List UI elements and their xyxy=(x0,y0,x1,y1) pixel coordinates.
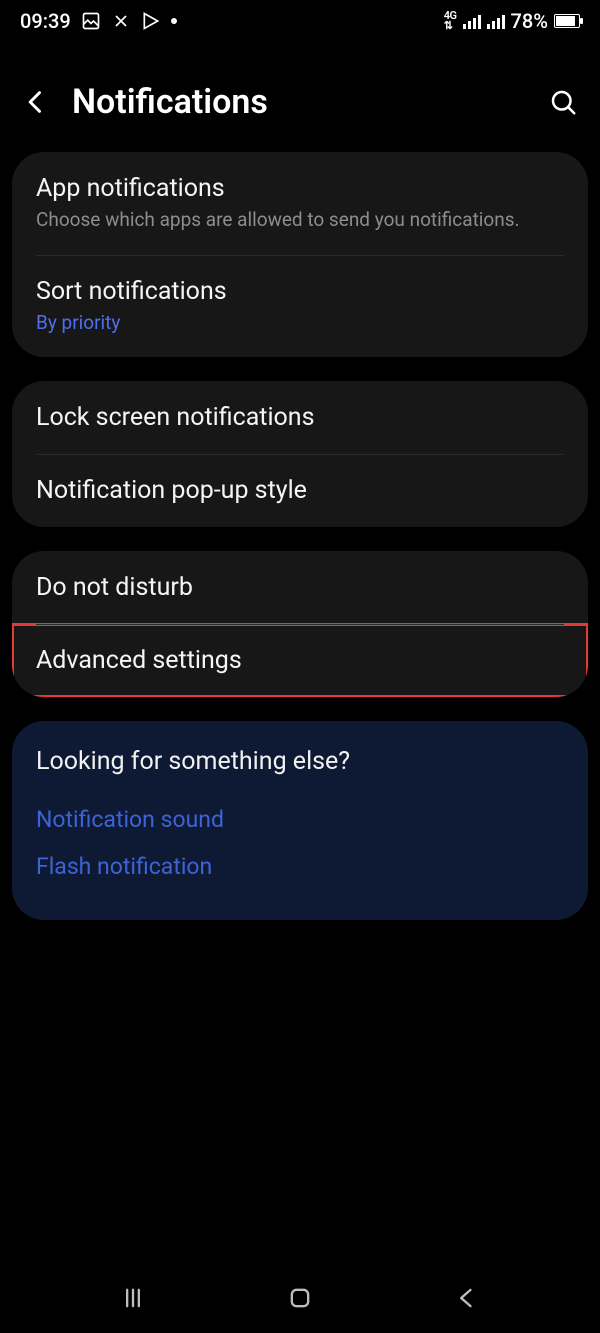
nearby-share-icon xyxy=(111,11,131,31)
do-not-disturb-item[interactable]: Do not disturb xyxy=(12,551,588,624)
advanced-settings-item[interactable]: Advanced settings xyxy=(12,624,588,697)
item-subtitle: By priority xyxy=(36,310,564,336)
more-notifications-dot xyxy=(171,18,177,24)
recents-button[interactable] xyxy=(119,1284,147,1312)
play-store-icon xyxy=(141,11,161,31)
item-title: Notification pop-up style xyxy=(36,476,564,505)
notification-popup-style-item[interactable]: Notification pop-up style xyxy=(12,454,588,527)
flash-notification-link[interactable]: Flash notification xyxy=(36,843,564,890)
lock-screen-notifications-item[interactable]: Lock screen notifications xyxy=(12,381,588,454)
sort-notifications-item[interactable]: Sort notifications By priority xyxy=(12,255,588,358)
item-title: Do not disturb xyxy=(36,573,564,602)
back-nav-button[interactable] xyxy=(453,1284,481,1312)
gallery-icon xyxy=(81,11,101,31)
looking-for-something-card: Looking for something else? Notification… xyxy=(12,721,588,920)
status-time: 09:39 xyxy=(20,9,71,33)
looking-title: Looking for something else? xyxy=(36,747,564,776)
network-type-icon: 4G⇅ xyxy=(444,11,457,31)
battery-icon xyxy=(554,14,580,28)
item-title: Sort notifications xyxy=(36,277,564,306)
signal-icon-1 xyxy=(463,13,481,29)
back-button[interactable] xyxy=(22,88,50,116)
page-header: Notifications xyxy=(0,42,600,152)
item-title: App notifications xyxy=(36,174,564,203)
home-button[interactable] xyxy=(286,1284,314,1312)
signal-icon-2 xyxy=(487,13,505,29)
settings-group-3: Do not disturb Advanced settings xyxy=(12,551,588,697)
notification-sound-link[interactable]: Notification sound xyxy=(36,796,564,843)
status-left: 09:39 xyxy=(20,9,177,33)
item-subtitle: Choose which apps are allowed to send yo… xyxy=(36,207,564,233)
search-button[interactable] xyxy=(548,87,578,117)
item-title: Lock screen notifications xyxy=(36,403,564,432)
system-nav-bar xyxy=(0,1263,600,1333)
battery-text: 78% xyxy=(511,9,548,33)
item-title: Advanced settings xyxy=(36,646,564,675)
settings-group-1: App notifications Choose which apps are … xyxy=(12,152,588,357)
page-title: Notifications xyxy=(72,82,526,122)
settings-group-2: Lock screen notifications Notification p… xyxy=(12,381,588,527)
settings-content: App notifications Choose which apps are … xyxy=(0,152,600,920)
status-bar: 09:39 4G⇅ 78% xyxy=(0,0,600,42)
status-right: 4G⇅ 78% xyxy=(444,9,580,33)
app-notifications-item[interactable]: App notifications Choose which apps are … xyxy=(12,152,588,255)
